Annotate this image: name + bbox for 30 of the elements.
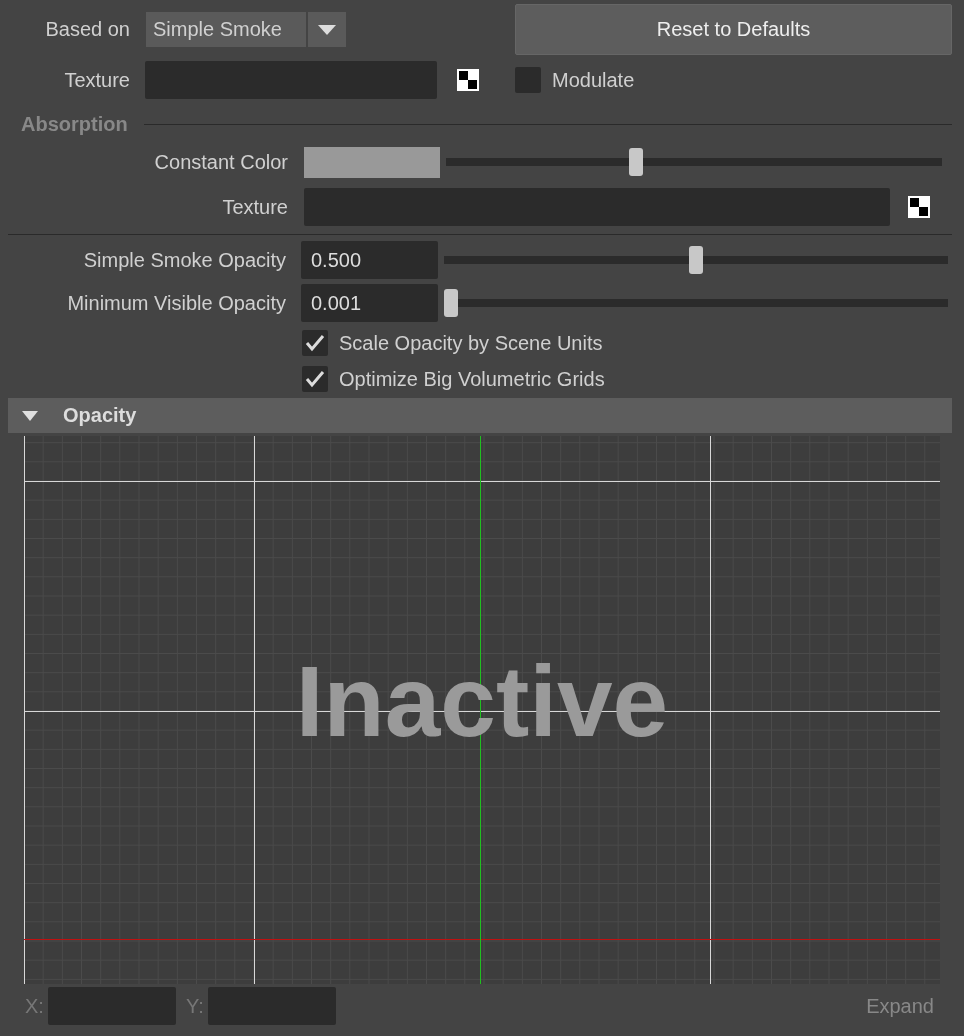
reset-button[interactable]: Reset to Defaults bbox=[515, 4, 952, 55]
checkbox[interactable] bbox=[302, 330, 328, 356]
field-label: Based on bbox=[44, 18, 130, 41]
field-label: Texture bbox=[63, 68, 130, 92]
slider-handle[interactable] bbox=[689, 246, 703, 274]
collapse-triangle-icon[interactable] bbox=[22, 410, 38, 421]
section-title: Absorption bbox=[21, 113, 128, 136]
field-label: Simple Smoke Opacity bbox=[82, 248, 286, 272]
checkbox-label: Modulate bbox=[552, 68, 635, 92]
slider-handle[interactable] bbox=[629, 148, 644, 176]
checker-icon[interactable] bbox=[907, 195, 931, 219]
coordinate-field[interactable] bbox=[207, 987, 336, 1025]
texture-field[interactable] bbox=[145, 61, 437, 99]
field-label: Texture bbox=[221, 195, 288, 219]
coordinate-field[interactable] bbox=[47, 987, 176, 1025]
number-field[interactable]: 0.001 bbox=[301, 284, 438, 322]
field-label: Constant Color bbox=[153, 150, 288, 174]
slider-handle[interactable] bbox=[444, 289, 458, 317]
texture-field[interactable] bbox=[304, 188, 890, 226]
section-header[interactable]: Opacity bbox=[8, 398, 952, 433]
field-label: Minimum Visible Opacity bbox=[66, 291, 286, 315]
checkbox[interactable] bbox=[302, 366, 328, 392]
checkbox-label: Optimize Big Volumetric Grids bbox=[339, 367, 605, 391]
checkbox[interactable] bbox=[515, 67, 541, 93]
color-swatch[interactable] bbox=[304, 146, 440, 178]
checker-icon[interactable] bbox=[456, 68, 480, 92]
number-field[interactable]: 0.500 bbox=[301, 241, 438, 279]
curve-graph[interactable] bbox=[24, 436, 940, 984]
checkbox-label: Scale Opacity by Scene Units bbox=[339, 331, 603, 355]
caret-icon bbox=[318, 24, 336, 35]
